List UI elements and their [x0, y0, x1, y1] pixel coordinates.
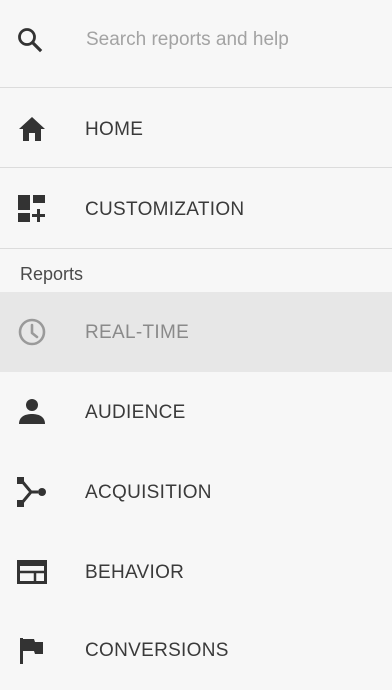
section-title-reports: Reports — [20, 264, 84, 284]
divider — [0, 167, 392, 168]
nav-item-customization-label: CUSTOMIZATION — [85, 199, 245, 220]
nav-item-home-label: HOME — [85, 119, 144, 140]
nav-item-real-time-label: REAL-TIME — [85, 322, 190, 343]
browser-window-icon — [16, 556, 48, 588]
search-bar — [0, 0, 392, 88]
person-icon — [16, 396, 48, 428]
nav-item-conversions-label: CONVERSIONS — [85, 640, 229, 661]
dashboard-add-icon — [16, 193, 48, 225]
nav-item-behavior-label: BEHAVIOR — [85, 562, 185, 583]
nav-item-conversions[interactable]: CONVERSIONS — [0, 610, 392, 690]
search-input[interactable] — [86, 22, 376, 58]
home-icon — [16, 113, 48, 145]
side-navigation: HOME CUSTOMIZATION Reports REAL-TIME — [0, 0, 392, 674]
fork-icon — [16, 476, 48, 508]
nav-item-customization[interactable]: CUSTOMIZATION — [0, 169, 392, 249]
clock-icon — [16, 316, 48, 348]
nav-item-real-time[interactable]: REAL-TIME — [0, 292, 392, 372]
flag-icon — [16, 634, 48, 666]
divider — [0, 248, 392, 249]
nav-item-acquisition[interactable]: ACQUISITION — [0, 452, 392, 532]
nav-item-audience[interactable]: AUDIENCE — [0, 372, 392, 452]
nav-item-home[interactable]: HOME — [0, 89, 392, 169]
divider — [0, 87, 392, 88]
nav-item-behavior[interactable]: BEHAVIOR — [0, 532, 392, 612]
nav-item-audience-label: AUDIENCE — [85, 402, 186, 423]
search-icon[interactable] — [14, 24, 46, 56]
nav-item-acquisition-label: ACQUISITION — [85, 482, 212, 503]
